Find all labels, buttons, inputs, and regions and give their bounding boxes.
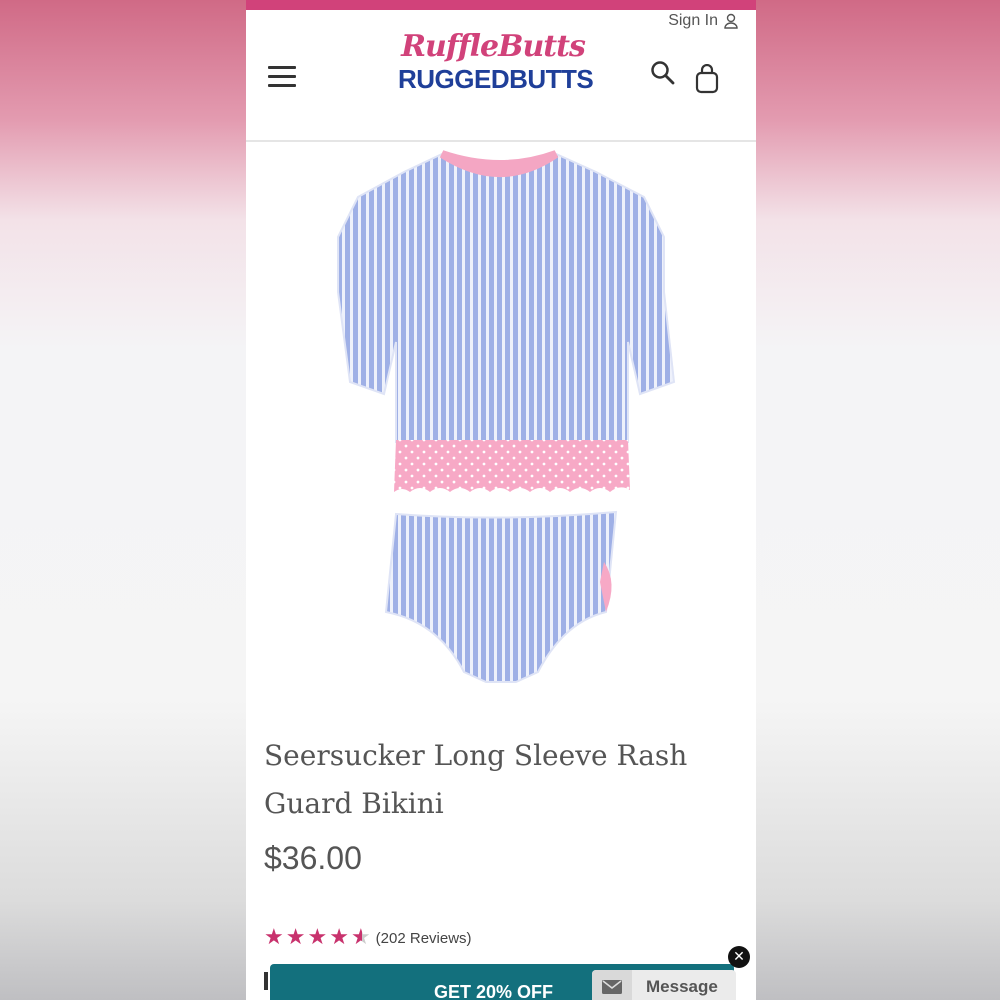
user-icon (724, 13, 738, 29)
sign-in-link[interactable]: Sign In (668, 12, 738, 30)
top-accent-bar (246, 0, 756, 10)
star-icon: ★ (307, 925, 328, 950)
star-icon: ★ (329, 925, 349, 950)
logo-ruggedbutts: RUGGEDBUTTS (398, 64, 594, 94)
half-star-icon: ★ (350, 925, 371, 950)
star-icon: ★ (264, 925, 284, 950)
promo-text: GET 20% OFF (434, 982, 554, 1000)
logo-rufflebutts: RuffleButts (401, 29, 586, 64)
shopping-bag-icon[interactable] (694, 63, 720, 94)
product-image (337, 150, 676, 683)
close-promo-icon[interactable]: ✕ (728, 946, 750, 968)
product-image-gallery[interactable] (246, 142, 756, 702)
sign-in-label: Sign In (668, 12, 718, 29)
reviews-link[interactable]: (202 Reviews) (376, 930, 472, 947)
search-icon[interactable] (650, 60, 676, 86)
envelope-icon (592, 970, 632, 1000)
mobile-page: RuffleButts RUGGEDBUTTS Sign In Seersuck… (246, 0, 756, 1000)
product-price: $36.00 (264, 840, 362, 876)
product-rating[interactable]: ★ ★ ★ ★ ★ (202 Reviews) (264, 926, 472, 950)
brand-logo[interactable]: RuffleButts RUGGEDBUTTS (398, 29, 594, 95)
hamburger-menu-icon[interactable] (268, 66, 296, 88)
partial-content-marker (264, 972, 268, 990)
message-chat-button[interactable]: Message (592, 970, 736, 1000)
star-icon: ★ (285, 925, 306, 950)
message-label: Message (646, 977, 718, 996)
product-title: Seersucker Long Sleeve Rash Guard Bikini (264, 739, 688, 820)
